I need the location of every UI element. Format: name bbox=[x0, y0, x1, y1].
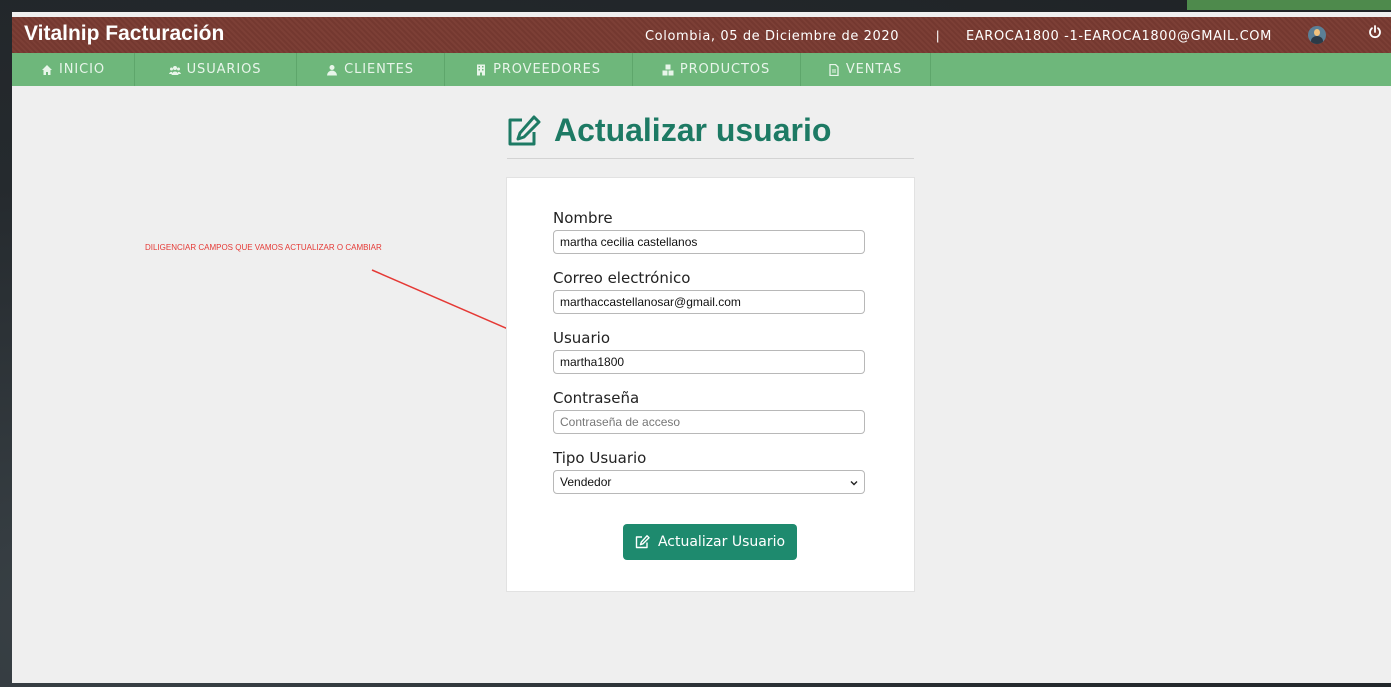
edit-icon bbox=[635, 535, 650, 549]
tipo-usuario-label: Tipo Usuario bbox=[553, 449, 647, 467]
user-avatar-icon[interactable] bbox=[1308, 26, 1326, 44]
page-title-text: Actualizar usuario bbox=[554, 112, 832, 148]
main-navbar: INICIO USUARIOS CLIENTES PROVEEDORES PRO… bbox=[12, 53, 1391, 86]
button-label: Actualizar Usuario bbox=[657, 534, 786, 550]
file-icon bbox=[829, 63, 839, 76]
top-strip bbox=[1187, 0, 1391, 10]
nav-label: INICIO bbox=[59, 62, 105, 77]
home-icon bbox=[42, 64, 53, 75]
password-field[interactable]: Contraseña de acceso bbox=[553, 410, 865, 434]
tipo-usuario-select[interactable]: Vendedor bbox=[553, 470, 865, 494]
edit-icon bbox=[508, 115, 541, 145]
nav-item-inicio[interactable]: INICIO bbox=[12, 53, 135, 86]
nav-item-proveedores[interactable]: PROVEEDORES bbox=[444, 53, 633, 86]
user-icon bbox=[327, 64, 338, 75]
browser-window: Vitalnip Facturación Colombia, 05 de Dic… bbox=[12, 12, 1391, 683]
tipo-usuario-value: Vendedor bbox=[560, 475, 612, 489]
building-icon bbox=[477, 64, 486, 75]
nav-item-clientes[interactable]: CLIENTES bbox=[296, 53, 445, 86]
cubes-icon bbox=[662, 64, 674, 75]
chevron-down-icon bbox=[850, 481, 858, 486]
nombre-label: Nombre bbox=[553, 209, 613, 227]
header-separator: | bbox=[936, 28, 940, 43]
usuario-label: Usuario bbox=[553, 329, 611, 347]
users-icon bbox=[168, 65, 181, 75]
nav-label: CLIENTES bbox=[344, 62, 414, 77]
nombre-field[interactable]: martha cecilia castellanos bbox=[553, 230, 865, 254]
nav-label: VENTAS bbox=[845, 62, 903, 77]
current-date: Colombia, 05 de Diciembre de 2020 bbox=[645, 29, 900, 44]
usuario-field[interactable]: martha1800 bbox=[553, 350, 865, 374]
power-icon[interactable] bbox=[1368, 25, 1382, 39]
app-header: Vitalnip Facturación Colombia, 05 de Dic… bbox=[12, 17, 1391, 53]
brand-title: Vitalnip Facturación bbox=[24, 22, 225, 45]
user-info: EAROCA1800 -1-EAROCA1800@GMAIL.COM bbox=[966, 29, 1272, 44]
nav-item-usuarios[interactable]: USUARIOS bbox=[134, 53, 297, 86]
email-field[interactable]: marthaccastellanosar@gmail.com bbox=[553, 290, 865, 314]
title-divider bbox=[507, 158, 914, 159]
nav-item-ventas[interactable]: VENTAS bbox=[800, 53, 931, 86]
nav-label: PROVEEDORES bbox=[493, 62, 601, 77]
nav-label: PRODUCTOS bbox=[679, 62, 771, 77]
contrasena-label: Contraseña bbox=[553, 389, 640, 407]
correo-label: Correo electrónico bbox=[553, 269, 691, 287]
update-user-form: Nombre martha cecilia castellanos Correo… bbox=[506, 177, 915, 592]
nav-item-productos[interactable]: PRODUCTOS bbox=[632, 53, 801, 86]
nav-label: USUARIOS bbox=[186, 62, 262, 77]
annotation-text: DILIGENCIAR CAMPOS QUE VAMOS ACTUALIZAR … bbox=[145, 243, 382, 252]
actualizar-usuario-button[interactable]: Actualizar Usuario bbox=[623, 524, 797, 560]
page-title: Actualizar usuario bbox=[506, 112, 831, 149]
